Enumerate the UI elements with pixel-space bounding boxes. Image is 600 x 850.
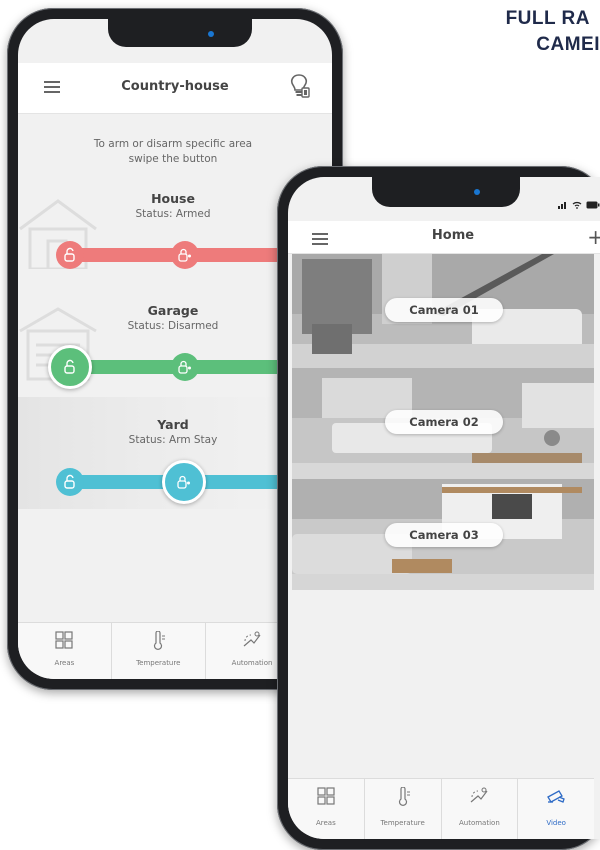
grid-icon <box>317 787 335 805</box>
camera-label: Camera 02 <box>385 410 503 434</box>
phone-notch <box>108 19 252 47</box>
tab-label: Areas <box>315 819 336 827</box>
tab-video[interactable]: Video <box>518 779 594 839</box>
lock-person-icon <box>178 360 191 374</box>
phone-video: Home + Camera 01 Camera 02 Camera 03 Are… <box>277 166 600 850</box>
camera-tile-03[interactable]: Camera 03 <box>292 479 594 590</box>
area-name: Garage <box>147 303 199 318</box>
video-screen: Home + Camera 01 Camera 02 Camera 03 Are… <box>288 177 600 839</box>
tab-label: Temperature <box>136 659 181 667</box>
area-yard: Yard Status: Arm Stay <box>78 417 268 446</box>
front-camera-dot <box>208 31 214 37</box>
camera-tile-02[interactable]: Camera 02 <box>292 368 594 479</box>
battery-icon <box>586 201 600 209</box>
video-app-bar: Home + <box>288 221 600 254</box>
camera-tile-01[interactable]: Camera 01 <box>292 254 594 368</box>
area-name: House <box>151 191 195 206</box>
unlock-icon <box>64 247 75 262</box>
status-bar <box>558 201 600 209</box>
yard-background <box>18 397 278 509</box>
camera-label: Camera 03 <box>385 523 503 547</box>
area-house: House Status: Armed <box>78 191 268 220</box>
tab-temperature[interactable]: Temperature <box>112 623 206 679</box>
camera-label: Camera 01 <box>385 298 503 322</box>
tab-label: Automation <box>458 819 500 827</box>
yard-stay-knob[interactable] <box>162 460 206 504</box>
area-status: Status: Armed <box>135 208 211 220</box>
lightbulb-icon[interactable] <box>288 73 310 99</box>
automation-icon <box>243 631 261 647</box>
area-garage: Garage Status: Disarmed <box>78 303 268 332</box>
phone-notch <box>372 177 520 207</box>
unlock-icon <box>64 474 75 489</box>
tab-label: Temperature <box>380 819 425 827</box>
lock-person-icon <box>177 475 190 489</box>
headline-line-2: CAMEI <box>536 34 600 55</box>
tab-areas[interactable]: Areas <box>288 779 365 839</box>
thermometer-icon <box>154 631 166 650</box>
tab-temperature[interactable]: Temperature <box>365 779 442 839</box>
grid-icon <box>55 631 74 649</box>
headline-line-1: FULL RA <box>505 8 590 29</box>
video-tab-bar: Areas Temperature Automation Video <box>288 778 594 839</box>
thermometer-icon <box>398 787 410 806</box>
garage-disarm-knob[interactable] <box>48 345 92 389</box>
area-status: Status: Disarmed <box>127 320 219 332</box>
lock-person-icon <box>178 248 191 262</box>
tab-automation[interactable]: Automation <box>442 779 519 839</box>
area-status: Status: Arm Stay <box>128 434 218 446</box>
add-icon[interactable]: + <box>587 227 600 247</box>
areas-app-bar: Country-house <box>18 63 332 114</box>
garage-stay-knob[interactable] <box>171 353 199 381</box>
headline: FULL RA CAMEI <box>480 6 600 58</box>
swipe-hint: To arm or disarm specific area swipe the… <box>93 138 253 165</box>
automation-icon <box>470 787 488 803</box>
unlock-icon <box>64 359 75 374</box>
page-title: Home <box>431 228 475 243</box>
yard-disarm-knob[interactable] <box>56 468 84 496</box>
camera-icon <box>547 790 565 803</box>
house-stay-knob[interactable] <box>171 241 199 269</box>
area-name: Yard <box>157 417 189 432</box>
tab-areas[interactable]: Areas <box>18 623 112 679</box>
signal-icon <box>558 202 566 209</box>
page-title: Country-house <box>121 79 229 94</box>
tab-label: Video <box>546 819 566 827</box>
house-disarm-knob[interactable] <box>56 241 84 269</box>
front-camera-dot <box>474 189 480 195</box>
wifi-icon <box>572 201 582 209</box>
tab-label: Areas <box>54 659 75 667</box>
